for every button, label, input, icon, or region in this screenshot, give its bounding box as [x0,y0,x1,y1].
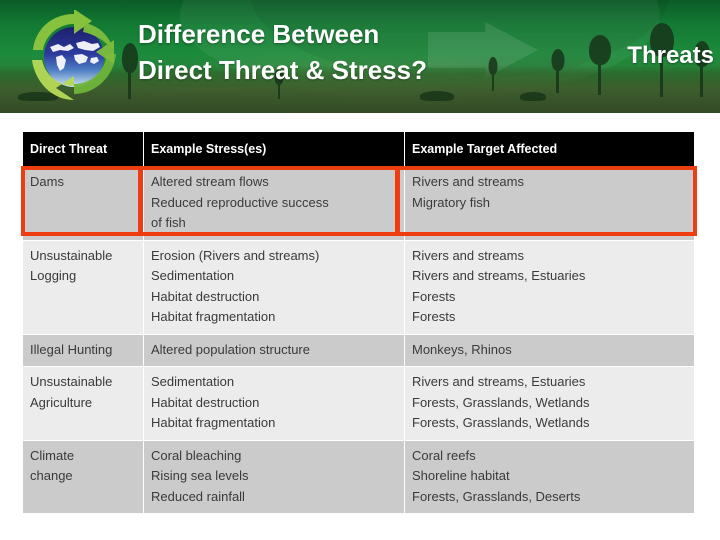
column-header-direct-threat: Direct Threat [23,132,143,166]
tree-silhouette-icon [693,41,710,97]
cell-direct-threat: Climate change [23,440,143,513]
cell-direct-threat: Unsustainable Agriculture [23,367,143,440]
cell-line: Rivers and streams [412,247,524,263]
page-banner: Difference Between Direct Threat & Stres… [0,0,720,113]
cell-line: Rivers and streams, Estuaries [412,374,586,389]
column-header-example-stresses: Example Stress(es) [144,132,404,166]
cell-line: Habitat destruction [151,394,260,410]
cell-line: Forests [412,288,456,304]
cell-line: Rivers and streams, Estuaries [412,268,586,283]
cell-line: Coral reefs [412,447,476,463]
cell-line: change [30,468,73,483]
cell-direct-threat: Dams [23,167,143,240]
cell-line: Sedimentation [151,268,235,283]
cell-line: Unsustainable [30,374,113,389]
page-title: Difference Between Direct Threat & Stres… [138,16,468,88]
shrub-silhouette-icon [520,92,546,101]
table-body: Dams Altered stream flows Reduced reproduc… [23,167,694,513]
page-title-line-2: Direct Threat & Stress? [138,55,427,85]
cell-line: Monkeys, Rhinos [412,341,512,357]
table-row: Climate change Coral bleaching Rising sea l… [23,440,694,513]
cell-example-target: Coral reefs Shoreline habitat Forests, Gra… [405,440,694,513]
cell-example-target: Rivers and streams Migratory fish [405,167,694,240]
cell-example-stresses: Altered stream flows Reduced reproductive… [144,167,404,240]
threat-stress-table: Direct Threat Example Stress(es) Example… [22,131,695,514]
tree-silhouette-icon [588,35,611,95]
cell-example-target: Rivers and streams, Estuaries Forests, Gr… [405,367,694,440]
cell-line: Illegal Hunting [30,341,113,357]
cell-line: Forests, Grasslands, Deserts [412,488,581,504]
threat-stress-table-container: Direct Threat Example Stress(es) Example… [22,131,695,514]
cell-line: Dams [30,174,64,189]
table-header-row: Direct Threat Example Stress(es) Example… [23,132,694,166]
cell-example-target: Monkeys, Rhinos [405,334,694,366]
cell-line: Reduced rainfall [151,488,245,504]
cell-line: Rivers and streams [412,174,524,189]
table-row: Dams Altered stream flows Reduced reproduc… [23,167,694,240]
cell-line: Agriculture [30,394,93,410]
tree-silhouette-icon [121,43,138,99]
cell-line: Migratory fish [412,194,491,210]
table-row: Illegal Hunting Altered population struct… [23,334,694,366]
cell-line: Forests, Grasslands, Wetlands [412,394,590,410]
cell-example-stresses: Altered population structure [144,334,404,366]
cell-line: Logging [30,268,77,283]
cell-line: Unsustainable [30,247,113,263]
cell-line: Forests, Grasslands, Wetlands [412,415,590,430]
page-title-line-1: Difference Between [138,19,380,49]
cell-line: Coral bleaching [151,447,242,463]
cell-line: Shoreline habitat [412,468,510,483]
cell-line: of fish [151,215,186,230]
section-label: Threats [627,42,714,69]
cell-example-stresses: Erosion (Rivers and streams) Sedimentatio… [144,240,404,334]
cell-line: Climate [30,447,75,463]
recycling-arrows-icon [32,10,116,100]
cell-line: Sedimentation [151,374,235,389]
cell-line: Altered population structure [151,341,310,357]
table-row: Unsustainable Agriculture Sedimentation Hab… [23,367,694,440]
cell-direct-threat: Unsustainable Logging [23,240,143,334]
cell-line: Reduced reproductive success [151,194,329,210]
cell-line: Altered stream flows [151,174,269,189]
cell-line: Forests [412,309,456,324]
shrub-silhouette-icon [420,91,454,101]
tree-silhouette-icon [551,49,564,93]
cell-example-stresses: Sedimentation Habitat destruction Habitat … [144,367,404,440]
cell-example-target: Rivers and streams Rivers and streams, Es… [405,240,694,334]
cell-line: Habitat fragmentation [151,415,276,430]
column-header-example-target-affected: Example Target Affected [405,132,694,166]
cell-line: Habitat fragmentation [151,309,276,324]
cell-line: Habitat destruction [151,288,260,304]
cell-example-stresses: Coral bleaching Rising sea levels Reduced … [144,440,404,513]
cell-line: Erosion (Rivers and streams) [151,247,320,263]
recycling-globe-logo [26,10,122,104]
cell-direct-threat: Illegal Hunting [23,334,143,366]
table-row: Unsustainable Logging Erosion (Rivers and … [23,240,694,334]
cell-line: Rising sea levels [151,468,249,483]
tree-silhouette-icon [488,57,498,91]
